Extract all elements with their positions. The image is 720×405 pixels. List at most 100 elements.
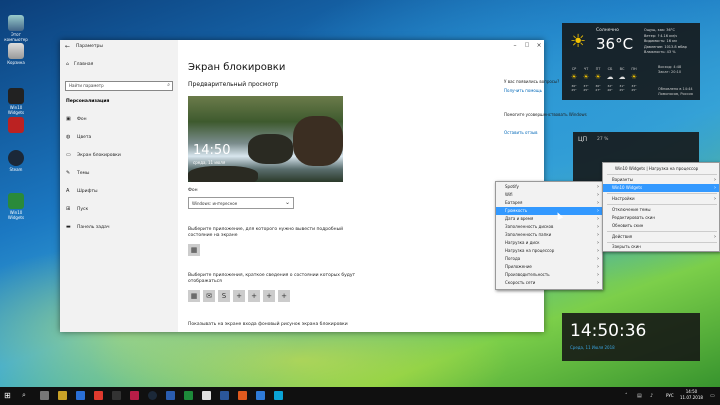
chevron-right-icon: › bbox=[597, 184, 599, 190]
plus-icon: + bbox=[251, 292, 257, 300]
weather-condition: Солнечно bbox=[596, 28, 619, 33]
chevron-up-icon[interactable]: ˄ bbox=[625, 393, 628, 399]
weather-widget[interactable]: ☀ Солнечно 36°C Ощущ. как: 36°C Ветер: ↑… bbox=[562, 23, 700, 100]
sidebar-item-taskbar[interactable]: ▬ Панель задач bbox=[66, 224, 110, 230]
app-icon[interactable] bbox=[238, 391, 247, 400]
preview-date: среда, 11 июля bbox=[193, 160, 226, 165]
app-icon[interactable] bbox=[184, 391, 193, 400]
home-link[interactable]: ⌂ Главная bbox=[66, 62, 93, 67]
language-indicator[interactable]: РУС bbox=[666, 393, 674, 398]
sun-icon: ☀ bbox=[582, 73, 590, 81]
app-icon[interactable] bbox=[94, 391, 103, 400]
start-icon[interactable]: ⊞ bbox=[4, 391, 13, 400]
menu-item-actions[interactable]: Действия › bbox=[603, 233, 719, 241]
edge-icon[interactable] bbox=[76, 391, 85, 400]
explorer-icon[interactable] bbox=[58, 391, 67, 400]
menu-item[interactable]: Приложение › bbox=[496, 263, 602, 271]
word-icon[interactable] bbox=[220, 391, 229, 400]
menu-item[interactable]: Заполненность дисков › bbox=[496, 223, 602, 231]
menu-item-variants[interactable]: Варианты › bbox=[603, 176, 719, 184]
back-arrow-icon[interactable]: ← bbox=[65, 43, 70, 50]
preview-heading: Предварительный просмотр bbox=[188, 81, 279, 88]
menu-item[interactable]: Дата и время › bbox=[496, 215, 602, 223]
desktop-icon-app[interactable] bbox=[3, 117, 29, 134]
clock-widget[interactable]: 14:50:36 Среда, 11 Июля 2018 bbox=[562, 313, 700, 361]
chevron-right-icon: › bbox=[714, 185, 716, 191]
menu-item[interactable]: Spotify › bbox=[496, 183, 602, 191]
app-icon[interactable] bbox=[256, 391, 265, 400]
detail-app-button[interactable]: ▦ bbox=[188, 244, 200, 256]
menu-separator bbox=[607, 174, 717, 175]
chevron-right-icon: › bbox=[714, 234, 716, 240]
desktop-icon-recycle-bin[interactable]: Корзина bbox=[3, 43, 29, 65]
quick-app-slot[interactable]: ▦ bbox=[188, 290, 200, 302]
sidebar-item-background[interactable]: ▣ Фон bbox=[66, 116, 87, 122]
preview-rock bbox=[188, 166, 258, 182]
app-icon[interactable] bbox=[112, 391, 121, 400]
quick-status-label: Выберите приложения, краткое сведения о … bbox=[188, 273, 356, 284]
desktop-icon-steam[interactable]: Steam bbox=[3, 150, 29, 172]
menu-item[interactable]: Заполненность папки › bbox=[496, 231, 602, 239]
menu-item-close[interactable]: Закрыть скин bbox=[603, 243, 719, 251]
cpu-percent: 27 % bbox=[597, 137, 609, 142]
widgets-icon bbox=[8, 88, 24, 104]
weather-updated: Обновлено в 14:44 Ломоносов, Россия bbox=[658, 87, 693, 96]
sidebar-item-lock-screen[interactable]: ▭ Экран блокировки bbox=[66, 152, 121, 158]
menu-item[interactable]: Батарея › bbox=[496, 199, 602, 207]
menu-item[interactable]: Нагрузка на процессор › bbox=[496, 247, 602, 255]
app-icon[interactable] bbox=[166, 391, 175, 400]
calendar-icon: ▦ bbox=[190, 246, 198, 254]
desktop-icon-computer[interactable]: Этот компьютер bbox=[3, 15, 29, 42]
get-help-link[interactable]: Получить помощь bbox=[504, 88, 542, 93]
quick-app-slot[interactable]: ✉ bbox=[203, 290, 215, 302]
feedback-link[interactable]: Оставить отзыв bbox=[504, 130, 537, 135]
steam-icon bbox=[8, 150, 24, 166]
sidebar-item-themes[interactable]: ✎ Темы bbox=[66, 170, 89, 176]
menu-item-unload[interactable]: Отключение темы bbox=[603, 206, 719, 214]
menu-item-highlighted[interactable]: Громкость › bbox=[496, 207, 602, 215]
sun-icon: ☀ bbox=[570, 31, 587, 52]
menu-item-refresh[interactable]: Обновить скин bbox=[603, 222, 719, 230]
search-input[interactable]: Найти параметр ⌕ bbox=[65, 81, 173, 91]
page-title: Экран блокировки bbox=[188, 62, 286, 73]
app-icon[interactable] bbox=[130, 391, 139, 400]
desktop-icon-widgets-2[interactable]: Win10 Widgets bbox=[3, 193, 29, 220]
sidebar-item-colors[interactable]: ◍ Цвета bbox=[66, 134, 91, 140]
menu-item[interactable]: Производительность › bbox=[496, 271, 602, 279]
background-dropdown[interactable]: Windows: интересное ⌄ bbox=[188, 197, 294, 209]
taskbar-clock[interactable]: 14:50 11.07.2018 bbox=[680, 389, 703, 401]
network-icon[interactable]: ▤ bbox=[637, 393, 642, 399]
forecast-days: СР ЧТ ПТ СБ ВС ПН bbox=[571, 67, 637, 71]
menu-item[interactable]: Нагрузка и диск › bbox=[496, 239, 602, 247]
menu-item-settings[interactable]: Настройки › bbox=[603, 195, 719, 203]
sidebar-item-fonts[interactable]: A Шрифты bbox=[66, 188, 98, 194]
detail-status-label: Выберите приложение, для которого нужно … bbox=[188, 227, 344, 238]
sidebar-item-start[interactable]: ⊞ Пуск bbox=[66, 206, 88, 212]
start-icon: ⊞ bbox=[66, 206, 71, 212]
quick-app-slot[interactable]: S bbox=[218, 290, 230, 302]
task-view-icon[interactable] bbox=[40, 391, 49, 400]
menu-item-widgets[interactable]: Win10 Widgets › bbox=[603, 184, 719, 192]
taskbar: ⊞ ⌕ ˄ ▤ ♪ РУС 14:50 11.07.2018 ▭ bbox=[0, 387, 720, 405]
menu-item[interactable]: Wifi › bbox=[496, 191, 602, 199]
notification-icon[interactable]: ▭ bbox=[710, 393, 715, 399]
settings-window: ← Параметры – □ × ⌂ Главная Найти парамет… bbox=[60, 40, 587, 332]
menu-item[interactable]: Скорость сети › bbox=[496, 279, 602, 287]
steam-icon[interactable] bbox=[148, 391, 157, 400]
search-icon[interactable]: ⌕ bbox=[22, 391, 31, 400]
app-icon[interactable] bbox=[202, 391, 211, 400]
quick-app-slot[interactable]: + bbox=[233, 290, 245, 302]
quick-app-slot[interactable]: + bbox=[248, 290, 260, 302]
quick-app-slot[interactable]: + bbox=[278, 290, 290, 302]
app-icon[interactable] bbox=[274, 391, 283, 400]
volume-icon[interactable]: ♪ bbox=[650, 393, 653, 399]
quick-app-slot[interactable]: + bbox=[263, 290, 275, 302]
signin-background-label: Показывать на экране входа фоновый рисун… bbox=[188, 322, 348, 327]
preview-time: 14:50 bbox=[193, 143, 231, 158]
chevron-right-icon: › bbox=[597, 248, 599, 254]
desktop-icon-widgets[interactable]: Win10 Widgets bbox=[3, 88, 29, 115]
menu-item-edit[interactable]: Редактировать скин bbox=[603, 214, 719, 222]
menu-item[interactable]: Погода › bbox=[496, 255, 602, 263]
clock-date: Среда, 11 Июля 2018 bbox=[570, 345, 615, 350]
palette-icon: ◍ bbox=[66, 134, 71, 140]
